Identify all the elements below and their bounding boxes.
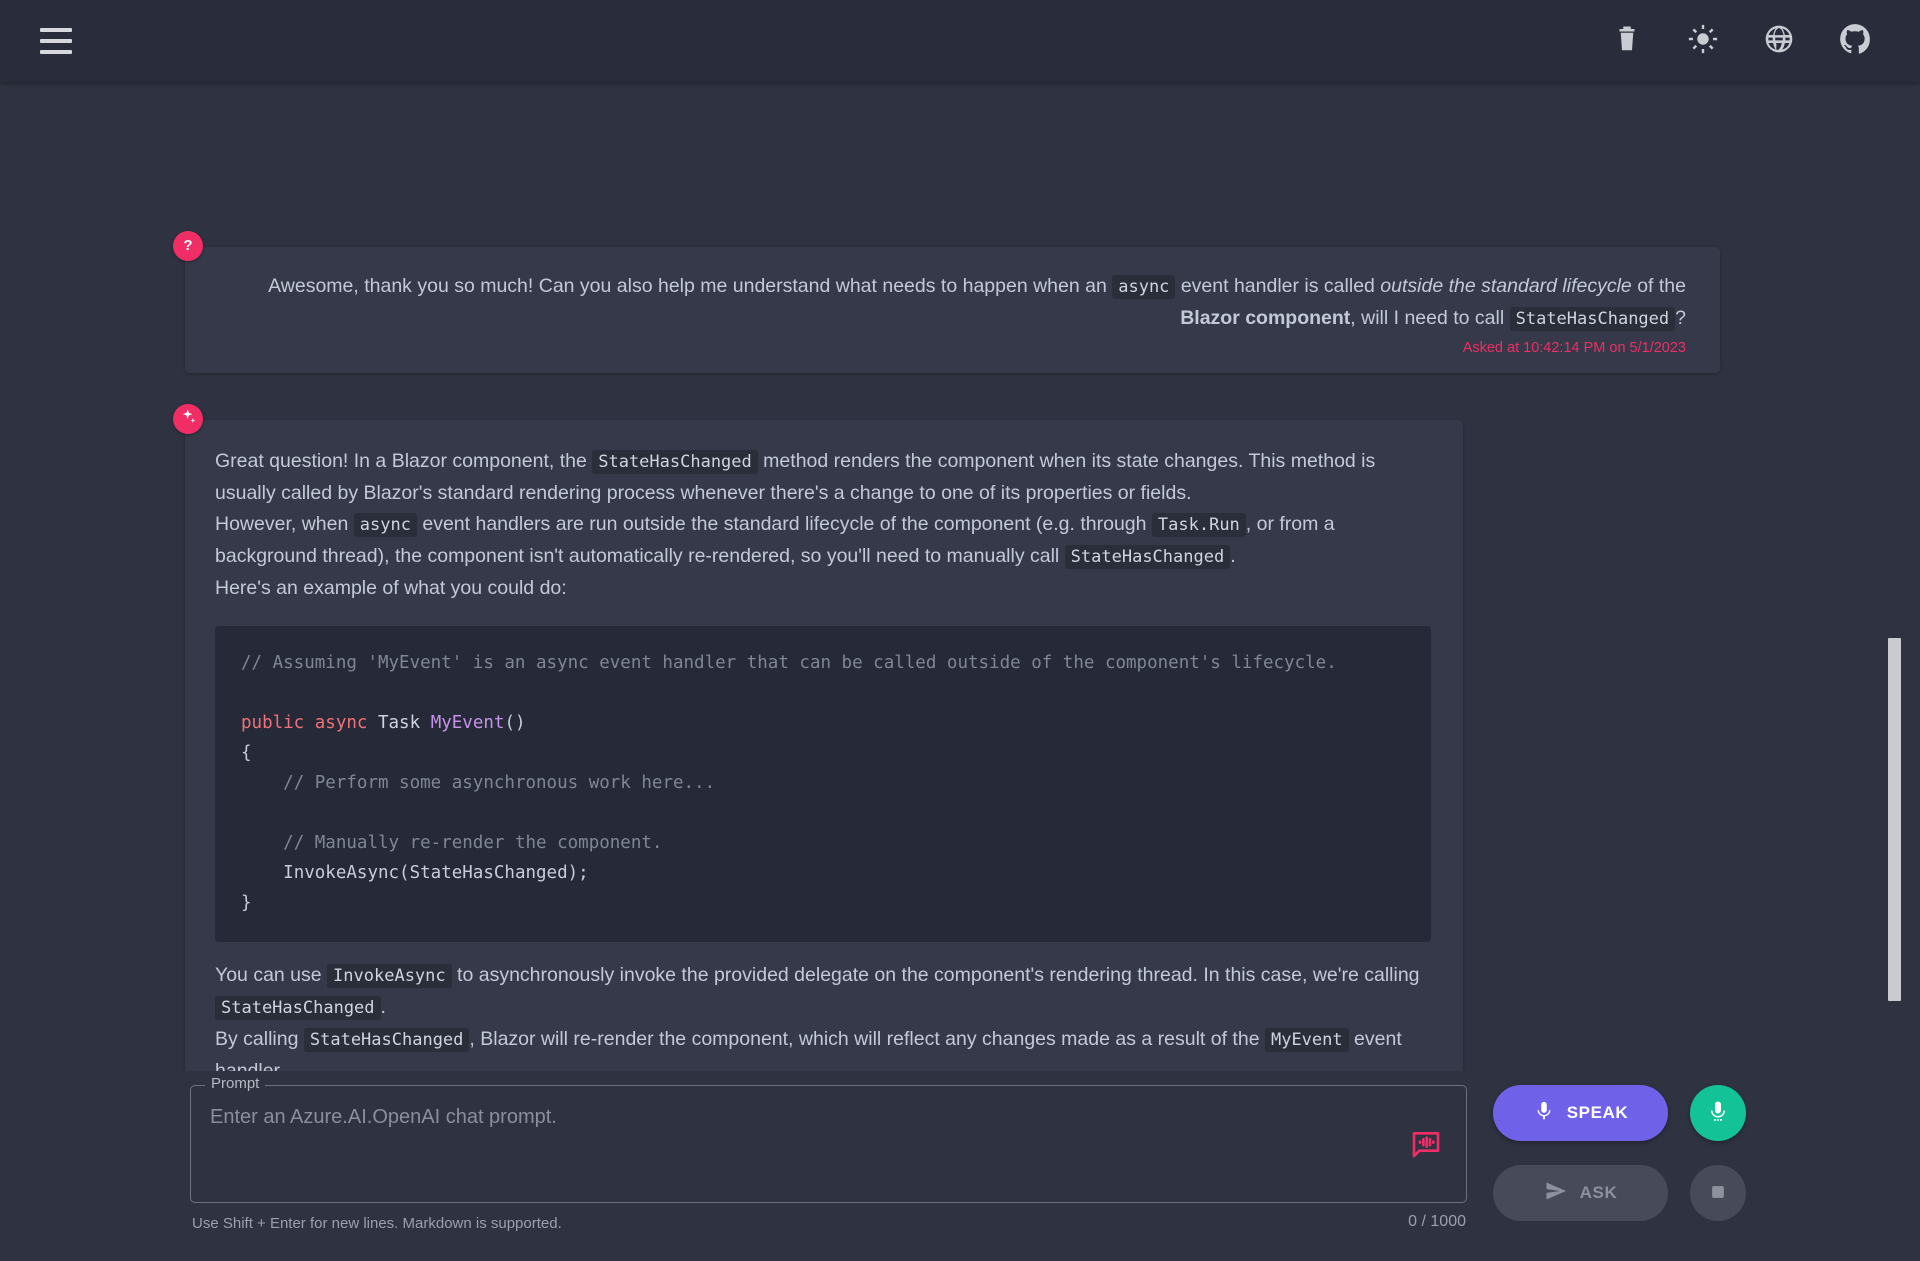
- github-icon: [1838, 22, 1872, 61]
- ask-button[interactable]: ASK: [1493, 1165, 1668, 1221]
- assistant-text-part: to asynchronously invoke the provided de…: [452, 964, 1420, 986]
- composer-bar: Prompt Enter an Azure.AI.OpenAI chat pro…: [0, 1071, 1920, 1261]
- code-punctuation: }: [241, 893, 252, 913]
- character-counter: 0 / 1000: [1380, 1213, 1466, 1231]
- inline-code: StateHasChanged: [304, 1028, 470, 1052]
- stop-button[interactable]: [1690, 1165, 1746, 1221]
- code-line-comment: // Perform some asynchronous work here..…: [283, 773, 715, 793]
- theme-toggle-button[interactable]: [1680, 18, 1726, 64]
- code-type: Task: [378, 713, 420, 733]
- question-mark-icon: ?: [183, 238, 192, 253]
- prompt-input-container[interactable]: Prompt Enter an Azure.AI.OpenAI chat pro…: [190, 1085, 1467, 1203]
- inline-code: StateHasChanged: [1510, 307, 1676, 331]
- user-text-part: the: [1659, 275, 1686, 297]
- code-block: // Assuming 'MyEvent' is an async event …: [215, 626, 1431, 942]
- inline-code: async: [354, 513, 417, 537]
- assistant-paragraph: However, when async event handlers are r…: [215, 509, 1431, 573]
- send-icon: [1544, 1179, 1568, 1208]
- code-function-name: MyEvent: [431, 713, 505, 733]
- assistant-text-part: , Blazor will re-render the component, w…: [469, 1028, 1265, 1050]
- inline-code: StateHasChanged: [1065, 545, 1231, 569]
- ask-button-label: ASK: [1580, 1183, 1618, 1203]
- assistant-text-part: Great question! In a Blazor component, t…: [215, 450, 592, 472]
- hamburger-bar: [40, 28, 72, 32]
- user-message: ? Awesome, thank you so much! Can you al…: [185, 247, 1720, 373]
- user-text-part: Awesome, thank you so much! Can you also…: [268, 275, 1112, 297]
- assistant-text-part: By calling: [215, 1028, 304, 1050]
- code-statement: InvokeAsync(StateHasChanged);: [283, 863, 589, 883]
- hamburger-bar: [40, 39, 72, 43]
- inline-code: Task.Run: [1152, 513, 1246, 537]
- assistant-text-part: .: [1230, 545, 1235, 567]
- stop-square-icon: [1708, 1182, 1728, 1205]
- sparkles-icon: [179, 407, 198, 431]
- prompt-label: Prompt: [205, 1075, 265, 1092]
- assistant-paragraph: Great question! In a Blazor component, t…: [215, 446, 1431, 509]
- user-text-part: event handler is called: [1175, 275, 1380, 297]
- voice-record-button[interactable]: [1690, 1085, 1746, 1141]
- chat-app-root: ? Awesome, thank you so much! Can you al…: [0, 0, 1920, 1261]
- assistant-message-bubble: Great question! In a Blazor component, t…: [185, 420, 1463, 1072]
- code-keyword: public async: [241, 713, 367, 733]
- message-timestamp: Asked at 10:42:14 PM on 5/1/2023: [219, 335, 1686, 361]
- speech-waveform-icon: [1410, 1128, 1442, 1165]
- user-text-part: ?: [1675, 307, 1686, 329]
- assistant-avatar: [173, 404, 203, 434]
- assistant-text-part: However, when: [215, 513, 354, 535]
- prompt-input[interactable]: Enter an Azure.AI.OpenAI chat prompt.: [210, 1106, 557, 1129]
- hamburger-menu-icon[interactable]: [28, 13, 84, 69]
- code-punctuation: (): [504, 713, 525, 733]
- question-avatar: ?: [173, 231, 203, 261]
- inline-code: async: [1112, 275, 1175, 299]
- sun-icon: [1687, 23, 1719, 60]
- assistant-message: Great question! In a Blazor component, t…: [185, 420, 1463, 1072]
- assistant-paragraph: By calling StateHasChanged, Blazor will …: [215, 1024, 1431, 1072]
- assistant-paragraph: You can use InvokeAsync to asynchronousl…: [215, 960, 1431, 1024]
- assistant-paragraph: Here's an example of what you could do:: [215, 573, 1431, 604]
- code-line-comment: // Manually re-render the component.: [283, 833, 662, 853]
- inline-code: InvokeAsync: [327, 964, 452, 988]
- trash-x-icon: [1612, 24, 1642, 59]
- inline-code: StateHasChanged: [215, 996, 381, 1020]
- chat-messages: ? Awesome, thank you so much! Can you al…: [0, 82, 1920, 138]
- speech-input-button[interactable]: [1404, 1124, 1448, 1168]
- chat-scrollbar-thumb[interactable]: [1888, 638, 1901, 1001]
- speak-button[interactable]: SPEAK: [1493, 1085, 1668, 1141]
- user-text-strong: Blazor component: [1180, 307, 1350, 329]
- delete-conversation-button[interactable]: [1604, 18, 1650, 64]
- speak-button-label: SPEAK: [1567, 1103, 1629, 1123]
- microphone-icon: [1533, 1100, 1555, 1127]
- assistant-text-part: event handlers are run outside the stand…: [417, 513, 1152, 535]
- app-header: [0, 0, 1920, 82]
- microphone-dots-icon: [1706, 1100, 1730, 1127]
- user-text-part: of: [1632, 275, 1654, 297]
- assistant-text-part: .: [381, 996, 386, 1018]
- code-punctuation: {: [241, 743, 252, 763]
- chat-scroll-area[interactable]: ? Awesome, thank you so much! Can you al…: [0, 82, 1920, 1072]
- inline-code: StateHasChanged: [592, 450, 758, 474]
- inline-code: MyEvent: [1265, 1028, 1349, 1052]
- github-link[interactable]: [1832, 18, 1878, 64]
- user-text-part: , will I need to call: [1350, 307, 1509, 329]
- chat-scrollbar[interactable]: [1884, 82, 1906, 1072]
- assistant-text-part: You can use: [215, 964, 327, 986]
- hamburger-bar: [40, 50, 72, 54]
- globe-icon: [1763, 23, 1795, 60]
- composer-helper-text: Use Shift + Enter for new lines. Markdow…: [192, 1215, 562, 1232]
- user-text-emphasis: outside the standard lifecycle: [1380, 275, 1631, 297]
- header-actions: [1604, 18, 1878, 64]
- code-line-comment: // Assuming 'MyEvent' is an async event …: [241, 653, 1337, 673]
- language-button[interactable]: [1756, 18, 1802, 64]
- user-message-bubble: Awesome, thank you so much! Can you also…: [185, 247, 1720, 373]
